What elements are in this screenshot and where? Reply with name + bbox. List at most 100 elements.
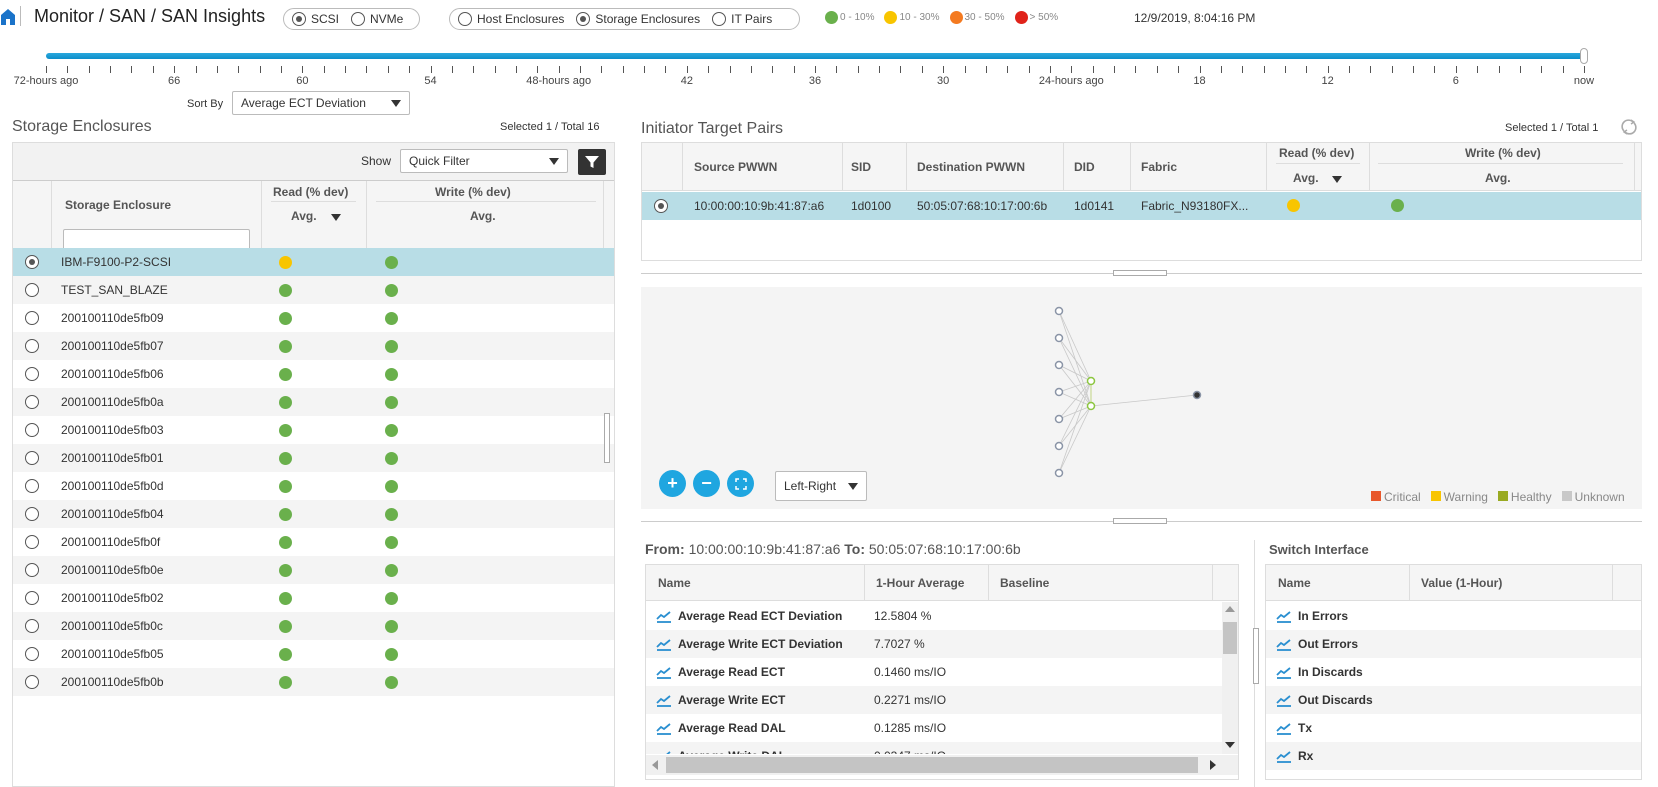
host-node[interactable] <box>1054 306 1064 316</box>
table-row[interactable]: Tx <box>1266 714 1641 742</box>
scroll-right-icon[interactable] <box>1210 760 1216 770</box>
splitter-handle[interactable] <box>1113 518 1167 524</box>
chart-icon[interactable] <box>656 693 672 707</box>
scrollbar-thumb[interactable] <box>666 757 1198 773</box>
table-row[interactable]: 200100110de5fb0f <box>13 528 614 556</box>
table-row[interactable]: In Discards <box>1266 658 1641 686</box>
row-radio[interactable] <box>25 283 39 297</box>
topology-view[interactable]: + − Left-Right Critical Warning Healthy … <box>641 287 1642 509</box>
table-row[interactable]: 200100110de5fb04 <box>13 500 614 528</box>
table-row[interactable]: 200100110de5fb09 <box>13 304 614 332</box>
scroll-up-icon[interactable] <box>1225 606 1235 612</box>
horizontal-scrollbar[interactable] <box>646 755 1238 775</box>
sort-desc-icon[interactable] <box>1332 176 1342 183</box>
table-row[interactable]: Out Errors <box>1266 630 1641 658</box>
radio-storage-enclosures[interactable]: Storage Enclosures <box>576 12 700 26</box>
row-radio[interactable] <box>25 507 39 521</box>
table-row[interactable]: IBM-F9100-P2-SCSI <box>13 248 614 276</box>
sort-desc-icon[interactable] <box>331 214 341 221</box>
table-row[interactable]: TEST_SAN_BLAZE <box>13 276 614 304</box>
table-row[interactable]: 200100110de5fb0b <box>13 668 614 696</box>
host-node[interactable] <box>1054 360 1064 370</box>
vertical-scrollbar[interactable] <box>1222 602 1238 754</box>
radio-host-indicator[interactable] <box>458 12 472 26</box>
column-header-sid[interactable]: SID <box>851 160 871 174</box>
switch-node[interactable] <box>1086 401 1096 411</box>
row-radio[interactable] <box>25 423 39 437</box>
row-radio[interactable] <box>654 199 668 213</box>
zoom-out-button[interactable]: − <box>693 470 720 497</box>
table-row[interactable]: 200100110de5fb0e <box>13 556 614 584</box>
host-node[interactable] <box>1054 333 1064 343</box>
row-radio[interactable] <box>25 339 39 353</box>
row-radio[interactable] <box>25 647 39 661</box>
row-radio[interactable] <box>25 255 39 269</box>
chart-icon[interactable] <box>656 721 672 735</box>
chart-icon[interactable] <box>1276 749 1292 763</box>
host-node[interactable] <box>1054 468 1064 478</box>
refresh-icon[interactable] <box>1620 118 1638 136</box>
table-row[interactable]: 200100110de5fb0a <box>13 388 614 416</box>
table-row[interactable]: 200100110de5fb02 <box>13 584 614 612</box>
chart-icon[interactable] <box>1276 637 1292 651</box>
row-radio[interactable] <box>25 591 39 605</box>
column-header-read-avg[interactable]: Avg. <box>1293 171 1319 185</box>
radio-scsi-indicator[interactable] <box>292 12 306 26</box>
row-radio[interactable] <box>25 395 39 409</box>
row-radio[interactable] <box>25 367 39 381</box>
scrollbar-thumb[interactable] <box>1223 622 1237 654</box>
row-radio[interactable] <box>25 619 39 633</box>
filter-button[interactable] <box>578 149 606 175</box>
column-header-destination-pwwn[interactable]: Destination PWWN <box>917 160 1025 174</box>
row-radio[interactable] <box>25 535 39 549</box>
scroll-left-icon[interactable] <box>652 760 658 770</box>
radio-it-pairs[interactable]: IT Pairs <box>712 12 772 26</box>
table-row[interactable]: Rx <box>1266 742 1641 770</box>
panel-resize-handle[interactable] <box>604 413 610 463</box>
table-row[interactable]: Average Write ECT Deviation 7.7027 % <box>646 630 1222 658</box>
quick-filter-select[interactable]: Quick Filter <box>400 149 568 173</box>
table-row[interactable]: Average Read ECT 0.1460 ms/IO <box>646 658 1222 686</box>
radio-host-enclosures[interactable]: Host Enclosures <box>458 12 564 26</box>
column-header-source-pwwn[interactable]: Source PWWN <box>694 160 777 174</box>
radio-nvme[interactable]: NVMe <box>351 12 403 26</box>
layout-select[interactable]: Left-Right <box>775 471 867 501</box>
row-radio[interactable] <box>25 675 39 689</box>
panel-resize-handle[interactable] <box>1253 628 1259 684</box>
column-header-read-avg[interactable]: Avg. <box>291 209 317 223</box>
row-radio[interactable] <box>25 311 39 325</box>
radio-nvme-indicator[interactable] <box>351 12 366 26</box>
column-header-did[interactable]: DID <box>1074 160 1095 174</box>
chart-icon[interactable] <box>656 637 672 651</box>
timeline-slider-track[interactable] <box>46 53 1584 59</box>
table-row[interactable]: In Errors <box>1266 602 1641 630</box>
storage-node[interactable] <box>1192 390 1202 400</box>
chart-icon[interactable] <box>1276 721 1292 735</box>
column-header-storage-enclosure[interactable]: Storage Enclosure <box>65 198 171 212</box>
table-row[interactable]: 200100110de5fb01 <box>13 444 614 472</box>
column-header-write-avg[interactable]: Avg. <box>1485 171 1511 185</box>
column-header-name[interactable]: Name <box>1278 576 1311 590</box>
row-radio[interactable] <box>25 451 39 465</box>
table-row[interactable]: Average Read ECT Deviation 12.5804 % <box>646 602 1222 630</box>
chart-icon[interactable] <box>656 749 672 754</box>
chart-icon[interactable] <box>656 609 672 623</box>
chart-icon[interactable] <box>656 665 672 679</box>
column-header-baseline[interactable]: Baseline <box>1000 576 1049 590</box>
splitter-handle[interactable] <box>1113 270 1167 276</box>
column-header-write-avg[interactable]: Avg. <box>470 209 496 223</box>
table-row[interactable]: 200100110de5fb0c <box>13 612 614 640</box>
chart-icon[interactable] <box>1276 665 1292 679</box>
switch-node[interactable] <box>1086 376 1096 386</box>
table-row[interactable]: Out Discards <box>1266 686 1641 714</box>
table-row[interactable]: Average Read DAL 0.1285 ms/IO <box>646 714 1222 742</box>
column-header-1-hour-average[interactable]: 1-Hour Average <box>876 576 964 590</box>
host-node[interactable] <box>1054 441 1064 451</box>
chart-icon[interactable] <box>1276 609 1292 623</box>
scroll-down-icon[interactable] <box>1225 742 1235 748</box>
table-row[interactable]: Average Write DAL 0.0347 ms/IO <box>646 742 1222 754</box>
column-header-fabric[interactable]: Fabric <box>1141 160 1177 174</box>
home-icon[interactable] <box>0 8 16 26</box>
table-row[interactable]: 200100110de5fb0d <box>13 472 614 500</box>
column-header-name[interactable]: Name <box>658 576 691 590</box>
